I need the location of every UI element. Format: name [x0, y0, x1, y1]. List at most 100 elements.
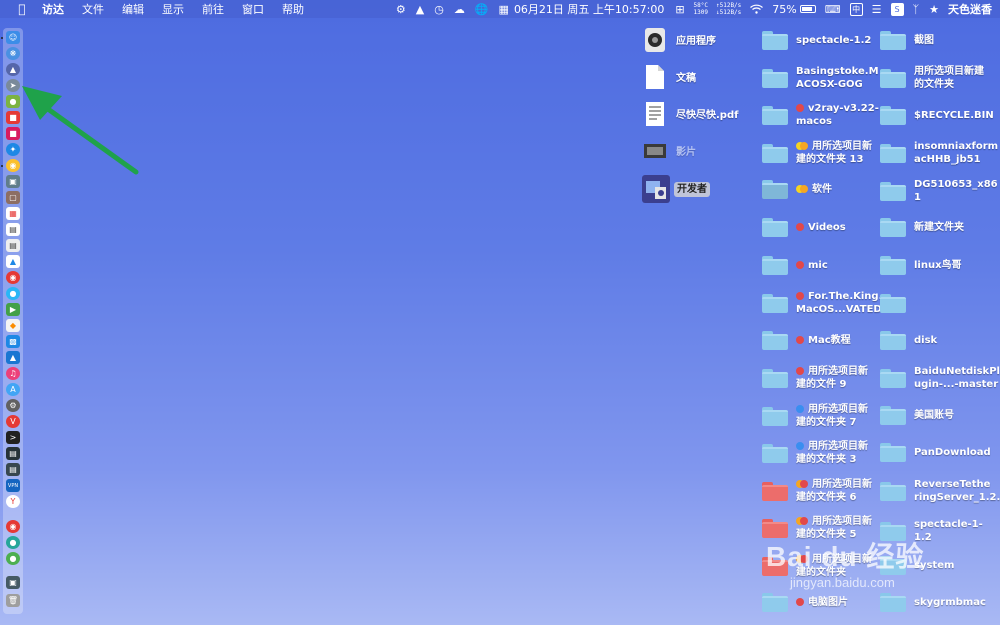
- folder-reverse-tethering[interactable]: ReverseTethe ringServer_1.2.0: [880, 478, 1000, 504]
- folder-label: 美国账号: [914, 410, 954, 421]
- folder-label: 用所选项目新 建的文件夹 7: [796, 404, 868, 428]
- folder-icon: [762, 593, 788, 612]
- folder-new-13[interactable]: 用所选项目新 建的文件夹 13: [762, 140, 872, 166]
- folder-icon: [762, 105, 788, 125]
- folder-us-account[interactable]: 美国账号: [880, 406, 954, 425]
- red-tag-icon: [796, 223, 804, 231]
- folder-icon: [762, 256, 788, 275]
- folder-software[interactable]: 软件: [762, 180, 832, 199]
- folder-videos[interactable]: Videos: [762, 218, 846, 237]
- pdf-file-icon: [644, 101, 666, 129]
- folder-label: spectacle-1-1.2: [914, 519, 983, 543]
- desktop-item-label: 尽快尽快.pdf: [676, 109, 739, 121]
- blue-tag-icon: [796, 442, 804, 450]
- folder-icon: [762, 331, 788, 350]
- folder-mic[interactable]: mic: [762, 256, 828, 275]
- folder-label: 用所选项目新 建的文件夹 6: [796, 479, 872, 503]
- folder-disk[interactable]: disk: [880, 331, 937, 350]
- desktop-item-applications[interactable]: 应用程序: [644, 27, 716, 55]
- folder-label: v2ray-v3.22- macos: [796, 103, 879, 127]
- folder-computer-pictures[interactable]: 电脑图片: [762, 593, 848, 612]
- red-tag-icon: [796, 261, 804, 269]
- folder-spectacle[interactable]: spectacle-1.2: [762, 31, 871, 50]
- folder-label: skygrmbmac: [914, 597, 986, 608]
- desktop-item-label: 影片: [676, 146, 696, 158]
- folder-label: Mac教程: [796, 334, 851, 347]
- folder-new-7[interactable]: 用所选项目新 建的文件夹 7: [762, 403, 868, 429]
- folder-label: 软件: [796, 183, 832, 196]
- folder-icon: [880, 181, 906, 201]
- folder-label: For.The.King. MacOS...VATED: [796, 291, 883, 315]
- folder-label: 用所选项目新建的文件夹: [914, 66, 984, 90]
- desktop-item-label: 应用程序: [676, 35, 716, 47]
- folder-pandownload[interactable]: PanDownload: [880, 443, 991, 462]
- folder-label: Videos: [796, 221, 846, 234]
- folder-v2ray[interactable]: v2ray-v3.22- macos: [762, 102, 879, 128]
- folder-icon: [880, 593, 906, 612]
- folder-label: ReverseTethe ringServer_1.2.0: [914, 479, 1000, 503]
- desktop-item-pdf[interactable]: 尽快尽快.pdf: [644, 101, 738, 129]
- folder-icon: [762, 31, 788, 50]
- desktop-item-label: 开发者: [674, 181, 710, 197]
- folder-label: 截图: [914, 35, 934, 46]
- folder-label: 用所选项目新 建的文件夹 13: [796, 141, 872, 165]
- folder-new-3[interactable]: 用所选项目新 建的文件夹 3: [762, 440, 868, 466]
- folder-icon: [880, 68, 906, 88]
- folder-label: spectacle-1.2: [796, 35, 872, 46]
- folder-new-folder-a[interactable]: 用所选项目新建 的文件夹: [880, 65, 984, 91]
- folder-label: Basingstoke.M ACOSX-GOG: [796, 66, 879, 90]
- folder-new-6[interactable]: 用所选项目新 建的文件夹 6: [762, 478, 872, 504]
- multi-tag-icon: [796, 185, 808, 193]
- red-folder-icon: [762, 481, 788, 501]
- folder-icon: [880, 368, 906, 388]
- folder-icon: [762, 143, 788, 163]
- folder-label: 电脑图片: [796, 596, 848, 609]
- folder-linux[interactable]: linux鸟哥: [880, 256, 962, 275]
- multi-tag-icon: [796, 517, 808, 525]
- desktop-item-documents[interactable]: 文稿: [644, 64, 696, 92]
- folder-basingstoke[interactable]: Basingstoke.M ACOSX-GOG: [762, 65, 879, 91]
- red-tag-icon: [796, 367, 804, 375]
- red-tag-icon: [796, 104, 804, 112]
- blue-tag-icon: [796, 405, 804, 413]
- folder-screenshots[interactable]: 截图: [880, 31, 934, 50]
- folder-dg510653[interactable]: DG510653_x86 1: [880, 178, 998, 204]
- folder-label: DG510653_x86 1: [914, 179, 998, 203]
- folder-new-folder-b[interactable]: 新建文件夹: [880, 218, 964, 237]
- folder-for-the-king[interactable]: For.The.King. MacOS...VATED: [762, 290, 882, 316]
- desktop-item-movies[interactable]: 影片: [644, 138, 696, 166]
- folder-icon: [762, 406, 788, 426]
- folder-icon: [762, 68, 788, 88]
- folder-icon: [880, 143, 906, 163]
- folder-label: BaiduNetdiskPl ugin-...-master: [914, 366, 1000, 390]
- folder-new-9[interactable]: 用所选项目新 建的文件 9: [762, 365, 868, 391]
- applications-folder-icon: [762, 180, 788, 199]
- baidu-watermark-url: jingyan.baidu.com: [790, 575, 895, 590]
- folder-insomniax[interactable]: insomniaxform acHHB_jb51: [880, 140, 998, 166]
- folder-icon: [880, 256, 906, 275]
- folder-icon: [880, 406, 906, 425]
- folder-unnamed[interactable]: [880, 294, 914, 313]
- folder-icon: [762, 443, 788, 463]
- multi-tag-icon: [796, 480, 808, 488]
- desktop-item-developer[interactable]: 开发者: [642, 175, 710, 203]
- folder-label: disk: [914, 335, 938, 346]
- folder-label: linux鸟哥: [914, 260, 962, 271]
- folder-icon: [762, 218, 788, 237]
- folder-icon: [880, 31, 906, 50]
- folder-skygrmbmac[interactable]: skygrmbmac: [880, 593, 986, 612]
- folder-icon: [762, 293, 788, 313]
- folder-recycle-bin[interactable]: $RECYCLE.BIN: [880, 106, 994, 125]
- folder-icon: [880, 443, 906, 462]
- folder-label: 新建文件夹: [914, 222, 964, 233]
- folder-icon: [880, 481, 906, 501]
- red-tag-icon: [796, 292, 804, 300]
- folder-baidunetdisk[interactable]: BaiduNetdiskPl ugin-...-master: [880, 365, 1000, 391]
- folder-mac-tutorial[interactable]: Mac教程: [762, 331, 851, 350]
- folder-icon: [880, 218, 906, 237]
- folder-icon: [762, 368, 788, 388]
- desktop-item-label: 文稿: [676, 72, 696, 84]
- folder-label: PanDownload: [914, 447, 991, 458]
- baidu-watermark: Bai du 经验: [766, 541, 925, 572]
- folder-label: 用所选项目新 建的文件夹 3: [796, 441, 868, 465]
